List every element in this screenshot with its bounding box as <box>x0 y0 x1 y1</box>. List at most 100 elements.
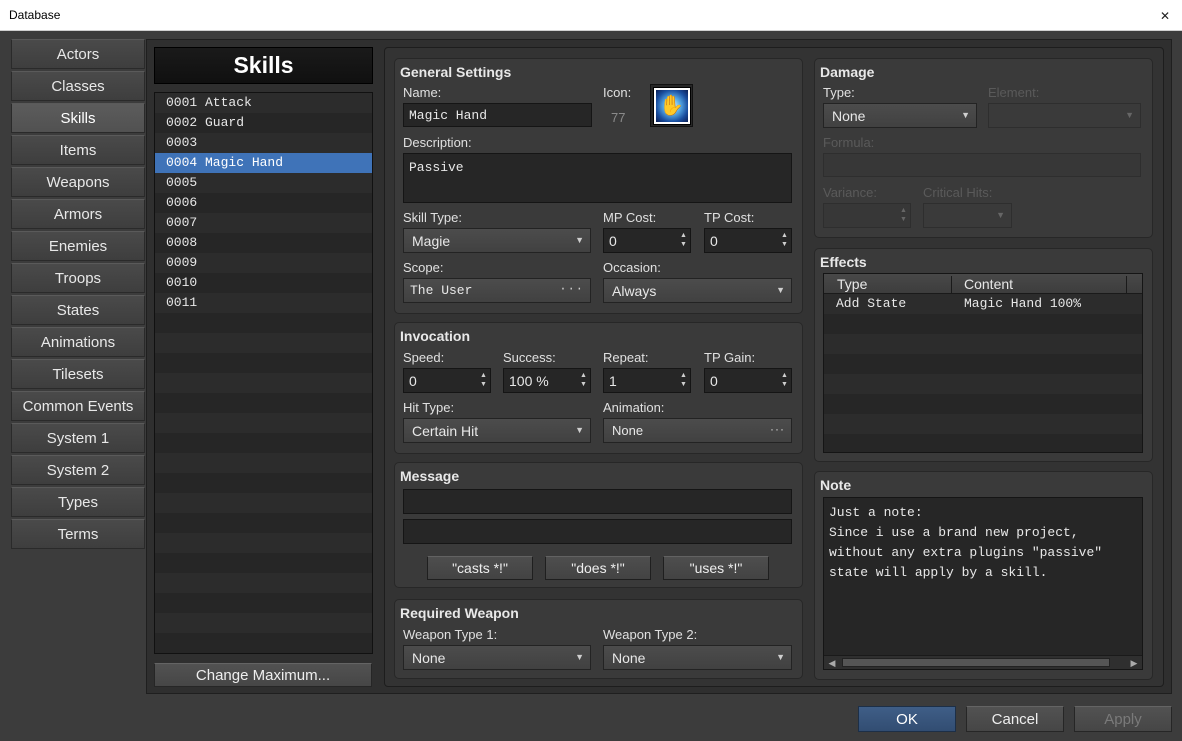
empty-row[interactable] <box>155 593 372 613</box>
description-field[interactable]: Passive <box>403 153 792 203</box>
list-item[interactable]: 0007 <box>155 213 372 233</box>
stepper-arrows-icon[interactable]: ▲ ▼ <box>679 231 688 249</box>
empty-row[interactable] <box>155 413 372 433</box>
casts-button[interactable]: "casts *!" <box>427 556 533 580</box>
scrollbar-thumb[interactable] <box>842 658 1110 667</box>
empty-row[interactable] <box>155 493 372 513</box>
category-troops[interactable]: Troops <box>11 263 145 293</box>
speed-stepper[interactable]: 0 ▲ ▼ <box>403 368 491 393</box>
message-line-1[interactable] <box>403 489 792 514</box>
list-item[interactable]: 0006 <box>155 193 372 213</box>
note-field[interactable]: Just a note: Since i use a brand new pro… <box>823 497 1143 670</box>
stepper-arrows-icon[interactable]: ▲ ▼ <box>780 231 789 249</box>
scroll-left-icon[interactable]: ◀ <box>825 656 839 669</box>
scroll-right-icon[interactable]: ▶ <box>1127 656 1141 669</box>
critical-hits-select[interactable]: ▼ <box>923 203 1012 228</box>
empty-row[interactable] <box>155 313 372 333</box>
empty-row[interactable] <box>155 353 372 373</box>
variance-stepper[interactable]: ▲ ▼ <box>823 203 911 228</box>
repeat-stepper[interactable]: 1 ▲ ▼ <box>603 368 691 393</box>
category-terms[interactable]: Terms <box>11 519 145 549</box>
empty-row[interactable] <box>155 553 372 573</box>
category-common-events[interactable]: Common Events <box>11 391 145 421</box>
category-system-1[interactable]: System 1 <box>11 423 145 453</box>
table-row[interactable] <box>824 394 1142 414</box>
ok-button[interactable]: OK <box>858 706 956 732</box>
occasion-select[interactable]: Always ▼ <box>603 278 792 303</box>
empty-row[interactable] <box>155 393 372 413</box>
empty-row[interactable] <box>155 533 372 553</box>
empty-row[interactable] <box>155 613 372 633</box>
table-row[interactable] <box>824 354 1142 374</box>
table-row[interactable] <box>824 334 1142 354</box>
category-animations[interactable]: Animations <box>11 327 145 357</box>
mp-cost-stepper[interactable]: 0 ▲ ▼ <box>603 228 691 253</box>
does-button[interactable]: "does *!" <box>545 556 651 580</box>
table-row[interactable] <box>824 374 1142 394</box>
tp-cost-stepper[interactable]: 0 ▲ ▼ <box>704 228 792 253</box>
empty-row[interactable] <box>155 473 372 493</box>
table-row[interactable]: Add State Magic Hand 100% <box>824 294 1142 314</box>
empty-row[interactable] <box>155 453 372 473</box>
empty-row[interactable] <box>155 573 372 593</box>
table-row[interactable] <box>824 434 1142 452</box>
hit-type-select[interactable]: Certain Hit ▼ <box>403 418 591 443</box>
category-system-2[interactable]: System 2 <box>11 455 145 485</box>
uses-button[interactable]: "uses *!" <box>663 556 769 580</box>
name-field[interactable]: Magic Hand <box>403 103 592 127</box>
weapon-type-2-select[interactable]: None ▼ <box>603 645 792 670</box>
note-text[interactable]: Just a note: Since i use a brand new pro… <box>829 503 1141 583</box>
tp-gain-stepper[interactable]: 0 ▲ ▼ <box>704 368 792 393</box>
category-enemies[interactable]: Enemies <box>11 231 145 261</box>
list-item[interactable]: 0001 Attack <box>155 93 372 113</box>
message-line-2[interactable] <box>403 519 792 544</box>
change-maximum-button[interactable]: Change Maximum... <box>154 663 372 687</box>
list-item[interactable]: 0011 <box>155 293 372 313</box>
apply-button[interactable]: Apply <box>1074 706 1172 732</box>
damage-type-select[interactable]: None ▼ <box>823 103 977 128</box>
icon-picker[interactable]: ✋ <box>650 84 693 127</box>
empty-row[interactable] <box>155 373 372 393</box>
column-header-content[interactable]: Content <box>964 276 1013 292</box>
horizontal-scrollbar[interactable]: ◀ ▶ <box>824 655 1142 669</box>
stepper-arrows-icon[interactable]: ▲ ▼ <box>679 371 688 389</box>
list-item[interactable]: 0009 <box>155 253 372 273</box>
category-states[interactable]: States <box>11 295 145 325</box>
column-header-type[interactable]: Type <box>837 276 867 292</box>
list-item[interactable]: 0010 <box>155 273 372 293</box>
category-weapons[interactable]: Weapons <box>11 167 145 197</box>
table-row[interactable] <box>824 314 1142 334</box>
effects-table[interactable]: Type Content Add State Magic Hand 100% <box>823 273 1143 453</box>
stepper-arrows-icon[interactable]: ▲ ▼ <box>780 371 789 389</box>
list-item-selected[interactable]: 0004 Magic Hand <box>155 153 372 173</box>
list-item[interactable]: 0005 <box>155 173 372 193</box>
skill-type-select[interactable]: Magie ▼ <box>403 228 591 253</box>
category-classes[interactable]: Classes <box>11 71 145 101</box>
skill-list[interactable]: 0001 Attack 0002 Guard 0003 0004 Magic H… <box>154 92 373 654</box>
category-tilesets[interactable]: Tilesets <box>11 359 145 389</box>
category-types[interactable]: Types <box>11 487 145 517</box>
animation-select[interactable]: None ··· <box>603 418 792 443</box>
weapon-type-1-select[interactable]: None ▼ <box>403 645 591 670</box>
element-select[interactable]: ▼ <box>988 103 1141 128</box>
stepper-arrows-icon[interactable]: ▲ ▼ <box>479 371 488 389</box>
empty-row[interactable] <box>155 513 372 533</box>
formula-field[interactable] <box>823 153 1141 177</box>
stepper-arrows-icon[interactable]: ▲ ▼ <box>579 371 588 389</box>
category-skills[interactable]: Skills <box>11 103 145 133</box>
empty-row[interactable] <box>155 633 372 653</box>
stepper-arrows-icon[interactable]: ▲ ▼ <box>899 206 908 224</box>
success-stepper[interactable]: 100 % ▲ ▼ <box>503 368 591 393</box>
table-row[interactable] <box>824 414 1142 434</box>
list-item[interactable]: 0003 <box>155 133 372 153</box>
category-actors[interactable]: Actors <box>11 39 145 69</box>
cancel-button[interactable]: Cancel <box>966 706 1064 732</box>
list-item[interactable]: 0008 <box>155 233 372 253</box>
close-icon[interactable]: ✕ <box>1148 0 1182 31</box>
empty-row[interactable] <box>155 333 372 353</box>
category-items[interactable]: Items <box>11 135 145 165</box>
list-item[interactable]: 0002 Guard <box>155 113 372 133</box>
empty-row[interactable] <box>155 433 372 453</box>
category-armors[interactable]: Armors <box>11 199 145 229</box>
scope-select[interactable]: The User ··· <box>403 278 591 303</box>
